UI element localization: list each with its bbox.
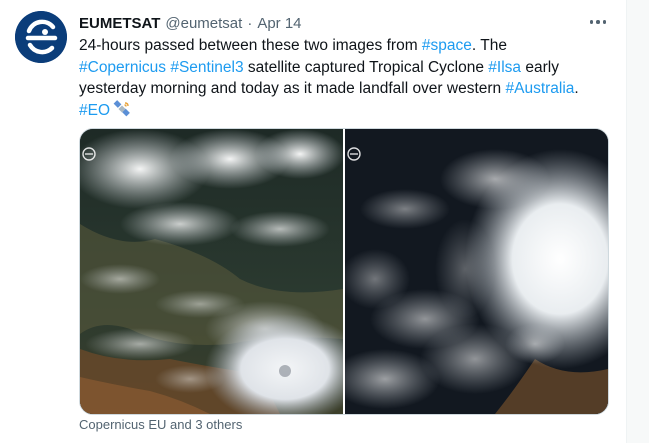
hashtag-space[interactable]: #space bbox=[422, 37, 472, 54]
display-name[interactable]: EUMETSAT bbox=[79, 15, 160, 32]
tweet-text-line: #Copernicus #Sentinel3 satellite capture… bbox=[79, 58, 559, 76]
separator-dot: · bbox=[247, 14, 253, 32]
copernicus-watermark-icon bbox=[82, 147, 96, 161]
hashtag-eo[interactable]: #EO bbox=[79, 102, 110, 119]
copernicus-watermark-icon bbox=[347, 147, 361, 161]
more-options-button[interactable] bbox=[584, 10, 612, 34]
satellite-image-left[interactable] bbox=[80, 129, 343, 414]
tweet-text: 24-hours passed between these two images… bbox=[79, 35, 611, 121]
hashtag-australia[interactable]: #Australia bbox=[505, 80, 574, 97]
tweet-header: EUMETSAT @eumetsat · Apr 14 bbox=[79, 12, 302, 34]
more-options-icon bbox=[589, 20, 594, 24]
avatar[interactable] bbox=[15, 11, 67, 63]
user-handle[interactable]: @eumetsat bbox=[165, 15, 242, 32]
right-gutter bbox=[627, 0, 649, 443]
hashtag-copernicus[interactable]: #Copernicus bbox=[79, 59, 166, 76]
hashtag-sentinel3[interactable]: #Sentinel3 bbox=[170, 59, 243, 76]
tweet-card[interactable]: EUMETSAT @eumetsat · Apr 14 24-hours pas… bbox=[0, 0, 627, 443]
satellite-image-right[interactable] bbox=[345, 129, 608, 414]
tweet-text-line: #EO bbox=[79, 99, 611, 122]
satellite-emoji-icon bbox=[113, 99, 131, 118]
media-grid[interactable] bbox=[79, 128, 609, 415]
tweet-text-line: 24-hours passed between these two images… bbox=[79, 37, 507, 54]
tweet-text-line: yesterday morning and today as it made l… bbox=[79, 80, 579, 97]
tagged-users-link[interactable]: Copernicus EU and 3 others bbox=[79, 417, 242, 432]
hashtag-ilsa[interactable]: #Ilsa bbox=[488, 59, 521, 76]
tweet-date[interactable]: Apr 14 bbox=[257, 15, 301, 32]
eumetsat-logo-icon bbox=[15, 11, 67, 63]
